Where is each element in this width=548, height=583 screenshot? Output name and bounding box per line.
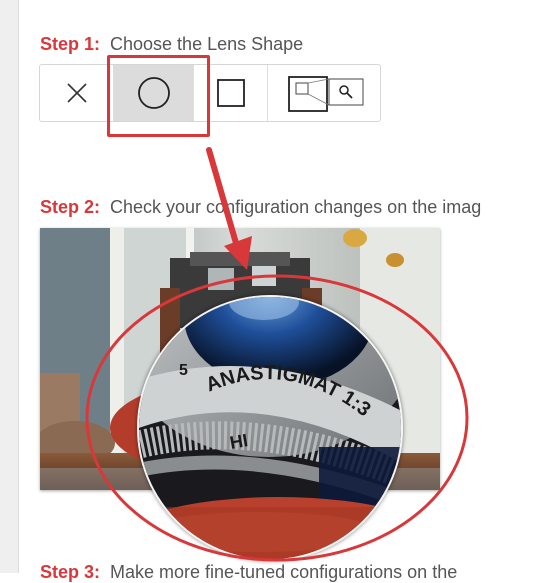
square-lens-icon <box>216 79 245 107</box>
lens-shape-toolbar <box>39 64 381 122</box>
step-2-number: Step 2: <box>40 197 101 217</box>
step-2-text: Check your configuration changes on the … <box>110 197 482 217</box>
step-3-text: Make more fine-tuned configurations on t… <box>110 562 458 582</box>
ring-marking-text: 5 <box>179 362 188 379</box>
lens-external-button[interactable] <box>268 65 380 121</box>
step-1-heading: Step 1: Choose the Lens Shape <box>40 34 303 55</box>
step-1-text: Choose the Lens Shape <box>110 34 304 54</box>
ring-bottom-text: HI <box>228 430 249 453</box>
magnifier-lens[interactable]: ANASTIGMAT 1:3.5 5 HI <box>137 295 403 561</box>
lens-none-button[interactable] <box>40 65 114 121</box>
step-2-heading: Step 2: Check your configuration changes … <box>40 197 481 218</box>
step-1-number: Step 1: <box>40 34 101 54</box>
left-panel-edge <box>0 0 19 573</box>
step-3-number: Step 3: <box>40 562 101 582</box>
external-lens-icon <box>288 76 364 112</box>
selected-lens-highlight <box>107 55 210 137</box>
magnified-lens-view: ANASTIGMAT 1:3.5 5 HI <box>139 297 401 559</box>
close-icon <box>66 83 87 103</box>
